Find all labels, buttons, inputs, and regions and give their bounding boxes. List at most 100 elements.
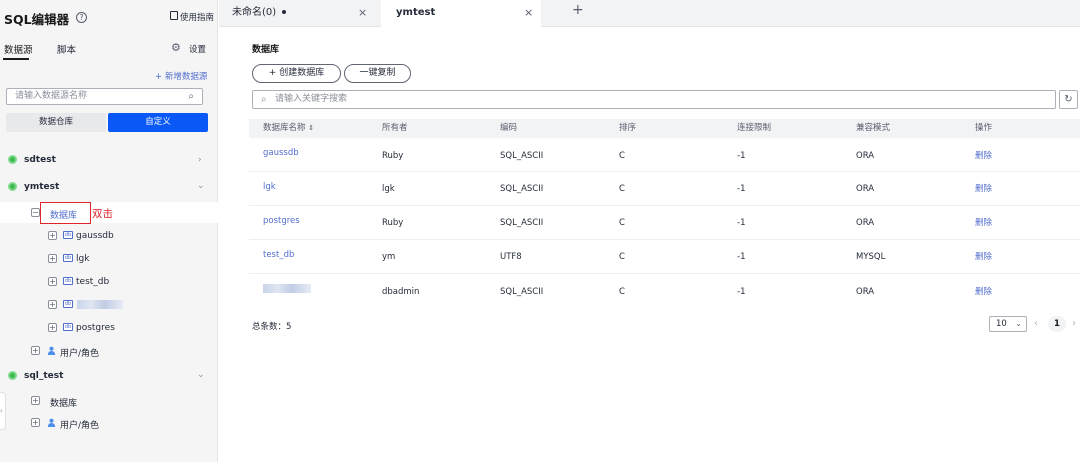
tree-node-db-gaussdb[interactable]: + db gaussdb: [0, 226, 218, 246]
close-icon[interactable]: ×: [358, 0, 367, 26]
compat-mode-cell: ORA: [856, 151, 875, 161]
sort-icon[interactable]: ⇕: [308, 124, 314, 132]
connected-status-icon: [8, 371, 17, 380]
tree-node-db-redacted[interactable]: + db: [0, 295, 218, 315]
collapse-icon[interactable]: −: [31, 208, 40, 217]
keyword-search-input[interactable]: ⌕ 请输入关键字搜索: [252, 90, 1056, 109]
expand-icon[interactable]: +: [48, 300, 57, 309]
tab-untitled[interactable]: 未命名(0) ×: [219, 0, 371, 27]
owner-cell: dbadmin: [382, 287, 420, 297]
database-icon: db: [63, 254, 73, 262]
page-1-button[interactable]: 1: [1048, 316, 1066, 332]
tab-script[interactable]: 脚本: [57, 42, 76, 56]
tab-datasource[interactable]: 数据源: [4, 42, 33, 56]
tree-node-db-postgres[interactable]: + db postgres: [0, 318, 218, 338]
connected-status-icon: [8, 155, 17, 164]
conn-limit-cell: -1: [737, 218, 746, 228]
tab-label: ymtest: [396, 7, 436, 18]
expand-icon[interactable]: +: [48, 254, 57, 263]
create-database-button[interactable]: + 创建数据库: [252, 64, 341, 83]
tree-node-label: gaussdb: [76, 231, 114, 241]
table-row: gaussdb Ruby SQL_ASCII C -1 ORA 删除: [249, 138, 1080, 172]
table-row: lgk lgk SQL_ASCII C -1 ORA 删除: [249, 172, 1080, 206]
chevron-right-icon[interactable]: ›: [198, 155, 202, 165]
tree-node-label: 用户/角色: [60, 421, 100, 431]
owner-cell: ym: [382, 252, 396, 262]
tab-ymtest[interactable]: ymtest ×: [381, 0, 541, 27]
redacted-db-name: [77, 300, 123, 309]
delete-link[interactable]: 删除: [975, 172, 992, 206]
guide-link[interactable]: 使用指南: [180, 11, 214, 23]
tree-node-label: 用户/角色: [60, 349, 100, 359]
collate-cell: C: [619, 218, 625, 228]
column-header-encoding: 编码: [500, 123, 518, 133]
unsaved-dot-icon: [282, 10, 287, 14]
expand-icon[interactable]: +: [31, 396, 40, 405]
db-name-link[interactable]: lgk: [263, 172, 276, 202]
help-icon[interactable]: ?: [76, 12, 87, 23]
expand-icon[interactable]: +: [48, 323, 57, 332]
filter-datawarehouse-button[interactable]: 数据仓库: [6, 113, 106, 132]
expand-icon[interactable]: +: [31, 346, 40, 355]
expand-icon[interactable]: +: [31, 418, 40, 427]
collapse-sidebar-handle[interactable]: ‹: [0, 392, 6, 430]
chevron-down-icon: ⌄: [1015, 319, 1022, 328]
tree-node-sql_test[interactable]: sql_test ⌄: [0, 366, 218, 386]
next-page-icon[interactable]: ›: [1072, 318, 1076, 329]
settings-link[interactable]: 设置: [189, 43, 206, 55]
tree-node-ymtest[interactable]: ymtest ⌄: [0, 177, 218, 197]
page-size-select[interactable]: 10 ⌄: [989, 316, 1027, 332]
page-size-value: 10: [996, 319, 1007, 329]
db-name-link[interactable]: gaussdb: [263, 138, 299, 168]
copy-button[interactable]: 一键复制: [344, 64, 411, 83]
annotation-box: [40, 202, 91, 224]
tree-node-ymtest-users[interactable]: + 用户/角色: [0, 341, 218, 361]
db-name-link[interactable]: postgres: [263, 206, 300, 236]
table-row: postgres Ruby SQL_ASCII C -1 ORA 删除: [249, 206, 1080, 240]
table-row: dbadmin SQL_ASCII C -1 ORA 删除: [249, 274, 1080, 308]
compat-mode-cell: ORA: [856, 287, 875, 297]
datasource-search-input[interactable]: 请输入数据源名称 ⌕: [6, 88, 203, 105]
guide-icon[interactable]: [170, 11, 178, 20]
tree-node-sql_test-users[interactable]: + 用户/角色: [0, 413, 218, 433]
filter-custom-button[interactable]: 自定义: [108, 113, 208, 132]
search-icon[interactable]: ⌕: [188, 89, 194, 104]
tree-node-sql_test-databases[interactable]: + 数据库: [0, 391, 218, 411]
column-header-name[interactable]: 数据库名称 ⇕: [263, 119, 314, 138]
refresh-icon[interactable]: ↻: [1059, 90, 1078, 109]
prev-page-icon[interactable]: ‹: [1034, 318, 1038, 329]
expand-icon[interactable]: +: [48, 231, 57, 240]
search-placeholder: 请输入关键字搜索: [275, 94, 348, 104]
owner-cell: Ruby: [382, 218, 404, 228]
tree-node-sdtest[interactable]: sdtest ›: [0, 150, 218, 170]
column-header-compat-mode: 兼容模式: [856, 123, 891, 133]
tree-node-ymtest-databases[interactable]: − 数据库 双击: [0, 202, 218, 224]
tree-node-db-test_db[interactable]: + db test_db: [0, 272, 218, 292]
sidebar-title: SQL编辑器: [4, 12, 70, 27]
owner-cell: Ruby: [382, 151, 404, 161]
database-icon: db: [63, 277, 73, 285]
tree-node-db-lgk[interactable]: + db lgk: [0, 249, 218, 269]
collate-cell: C: [619, 252, 625, 262]
section-title: 数据库: [252, 45, 280, 55]
add-tab-button[interactable]: +: [572, 2, 584, 18]
add-datasource-link[interactable]: + 新增数据源: [155, 70, 207, 82]
delete-link[interactable]: 删除: [975, 138, 992, 174]
total-count: 总条数：5: [252, 322, 292, 332]
tab-active-indicator: [3, 58, 29, 60]
connected-status-icon: [8, 182, 17, 191]
delete-link[interactable]: 删除: [975, 240, 992, 274]
gear-icon[interactable]: ⚙: [171, 41, 181, 54]
chevron-down-icon[interactable]: ⌄: [197, 181, 205, 191]
search-placeholder: 请输入数据源名称: [15, 91, 88, 101]
chevron-down-icon[interactable]: ⌄: [197, 370, 205, 380]
delete-link[interactable]: 删除: [975, 206, 992, 240]
expand-icon[interactable]: +: [48, 277, 57, 286]
column-label: 数据库名称: [263, 123, 306, 133]
db-name-link[interactable]: test_db: [263, 240, 294, 270]
delete-link[interactable]: 删除: [975, 274, 992, 310]
redacted-db-name[interactable]: [263, 284, 311, 293]
close-icon[interactable]: ×: [524, 0, 533, 26]
annotation-text: 双击: [92, 208, 113, 220]
owner-cell: lgk: [382, 184, 395, 194]
